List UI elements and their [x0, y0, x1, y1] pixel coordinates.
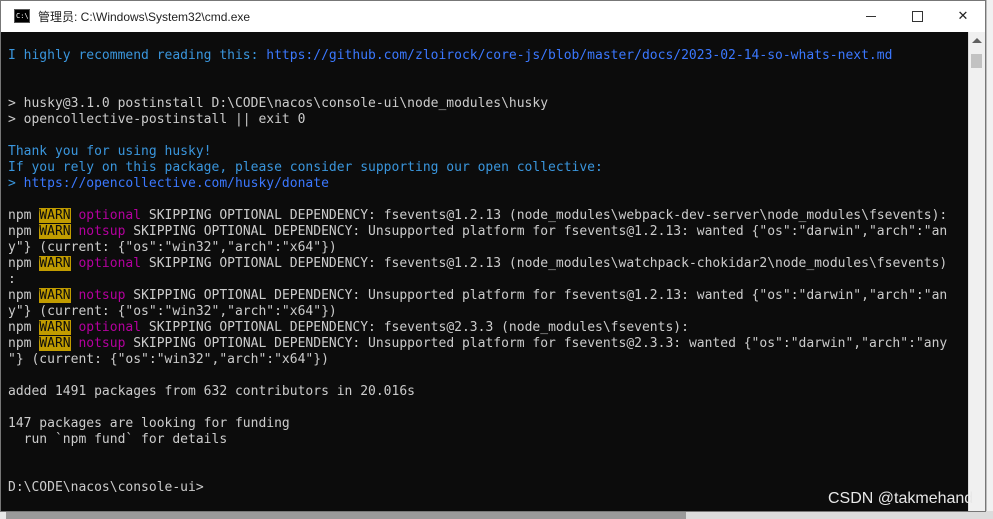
console-text: optional — [78, 256, 142, 271]
maximize-icon — [911, 11, 923, 22]
console-text: added 1491 packages from 632 contributor… — [8, 384, 415, 399]
console-text: SKIPPING OPTIONAL DEPENDENCY: fsevents@1… — [141, 256, 948, 271]
console-text: notsup — [78, 288, 126, 303]
console-line: npm WARN optional SKIPPING OPTIONAL DEPE… — [8, 256, 947, 272]
cmd-window: C:\ 管理员: C:\Windows\System32\cmd.exe ✕ I… — [0, 0, 986, 512]
console-text: notsup — [78, 336, 126, 351]
console-line: run `npm fund` for details — [8, 432, 947, 448]
console-text: npm — [8, 224, 40, 239]
minimize-button[interactable] — [848, 1, 894, 32]
console-text: 147 packages are looking for funding — [8, 416, 290, 431]
console-text: optional — [78, 320, 142, 335]
console-line: npm WARN optional SKIPPING OPTIONAL DEPE… — [8, 208, 947, 224]
console-line: > husky@3.1.0 postinstall D:\CODE\nacos\… — [8, 96, 947, 112]
csdn-watermark: CSDN @takmehand — [828, 490, 974, 507]
window-title: 管理员: C:\Windows\System32\cmd.exe — [38, 10, 251, 24]
warn-badge: WARN — [39, 208, 71, 223]
console-line: npm WARN notsup SKIPPING OPTIONAL DEPEND… — [8, 224, 947, 240]
console-text: notsup — [78, 224, 126, 239]
scrollbar-thumb[interactable] — [971, 54, 982, 68]
console-text: npm — [8, 320, 40, 335]
console-line: D:\CODE\nacos\console-ui> — [8, 480, 947, 496]
console-text: npm — [8, 336, 40, 351]
console-text: optional — [78, 208, 142, 223]
console-text: > opencollective-postinstall || exit 0 — [8, 112, 306, 127]
warn-badge: WARN — [39, 320, 71, 335]
console-line: : — [8, 272, 947, 288]
console-text: y"} (current: {"os":"win32","arch":"x64"… — [8, 304, 337, 319]
console-line: 147 packages are looking for funding — [8, 416, 947, 432]
console-line: "} (current: {"os":"win32","arch":"x64"}… — [8, 352, 947, 368]
console-line: > opencollective-postinstall || exit 0 — [8, 112, 947, 128]
close-button[interactable]: ✕ — [940, 1, 985, 32]
console-text: If you rely on this package, please cons… — [8, 160, 603, 175]
console-line: If you rely on this package, please cons… — [8, 160, 947, 176]
warn-badge: WARN — [39, 336, 71, 351]
console-text: SKIPPING OPTIONAL DEPENDENCY: fsevents@2… — [141, 320, 689, 335]
console-lines: I highly recommend reading this: https:/… — [8, 48, 947, 496]
console-line: npm WARN optional SKIPPING OPTIONAL DEPE… — [8, 320, 947, 336]
console-line: I highly recommend reading this: https:/… — [8, 48, 947, 64]
console-text: SKIPPING OPTIONAL DEPENDENCY: fsevents@1… — [141, 208, 948, 223]
maximize-button[interactable] — [894, 1, 940, 32]
console-line: npm WARN notsup SKIPPING OPTIONAL DEPEND… — [8, 288, 947, 304]
desktop-background-right — [986, 0, 993, 519]
console-line: y"} (current: {"os":"win32","arch":"x64"… — [8, 240, 947, 256]
desktop-background-bottom — [686, 511, 993, 519]
console-text: : — [8, 272, 16, 287]
console-text: D:\CODE\nacos\console-ui> — [8, 480, 204, 495]
console-text: I highly recommend reading this: — [8, 48, 267, 63]
console-text: y"} (current: {"os":"win32","arch":"x64"… — [8, 240, 337, 255]
console-text: SKIPPING OPTIONAL DEPENDENCY: Unsupporte… — [125, 288, 948, 303]
cmd-app-icon[interactable]: C:\ — [14, 9, 30, 23]
console-text: SKIPPING OPTIONAL DEPENDENCY: Unsupporte… — [125, 224, 948, 239]
console-text: "} (current: {"os":"win32","arch":"x64"}… — [8, 352, 329, 367]
console-text: run `npm fund` for details — [8, 432, 228, 447]
console-text: > husky@3.1.0 postinstall D:\CODE\nacos\… — [8, 96, 549, 111]
console-text: npm — [8, 288, 40, 303]
title-bar[interactable]: C:\ 管理员: C:\Windows\System32\cmd.exe ✕ — [1, 1, 985, 32]
console-line: > https://opencollective.com/husky/donat… — [8, 176, 947, 192]
console-link[interactable]: https://github.com/zloirock/core-js/blob… — [266, 48, 892, 63]
warn-badge: WARN — [39, 288, 71, 303]
console-link[interactable]: https://opencollective.com/husky/donate — [24, 176, 329, 191]
console-text: Thank you for using husky! — [8, 144, 212, 159]
console-line: Thank you for using husky! — [8, 144, 947, 160]
console-text: > — [8, 176, 24, 191]
minimize-icon — [866, 16, 876, 17]
warn-badge: WARN — [39, 224, 71, 239]
warn-badge: WARN — [39, 256, 71, 271]
console-line: added 1491 packages from 632 contributor… — [8, 384, 947, 400]
console-line: y"} (current: {"os":"win32","arch":"x64"… — [8, 304, 947, 320]
console-text: npm — [8, 256, 40, 271]
console-text: npm — [8, 208, 40, 223]
vertical-scrollbar[interactable] — [968, 32, 985, 511]
close-icon: ✕ — [957, 9, 969, 24]
console-text: SKIPPING OPTIONAL DEPENDENCY: Unsupporte… — [125, 336, 948, 351]
scroll-up-arrow-icon[interactable] — [972, 38, 982, 43]
console-output[interactable]: I highly recommend reading this: https:/… — [1, 32, 968, 511]
console-line: npm WARN notsup SKIPPING OPTIONAL DEPEND… — [8, 336, 947, 352]
